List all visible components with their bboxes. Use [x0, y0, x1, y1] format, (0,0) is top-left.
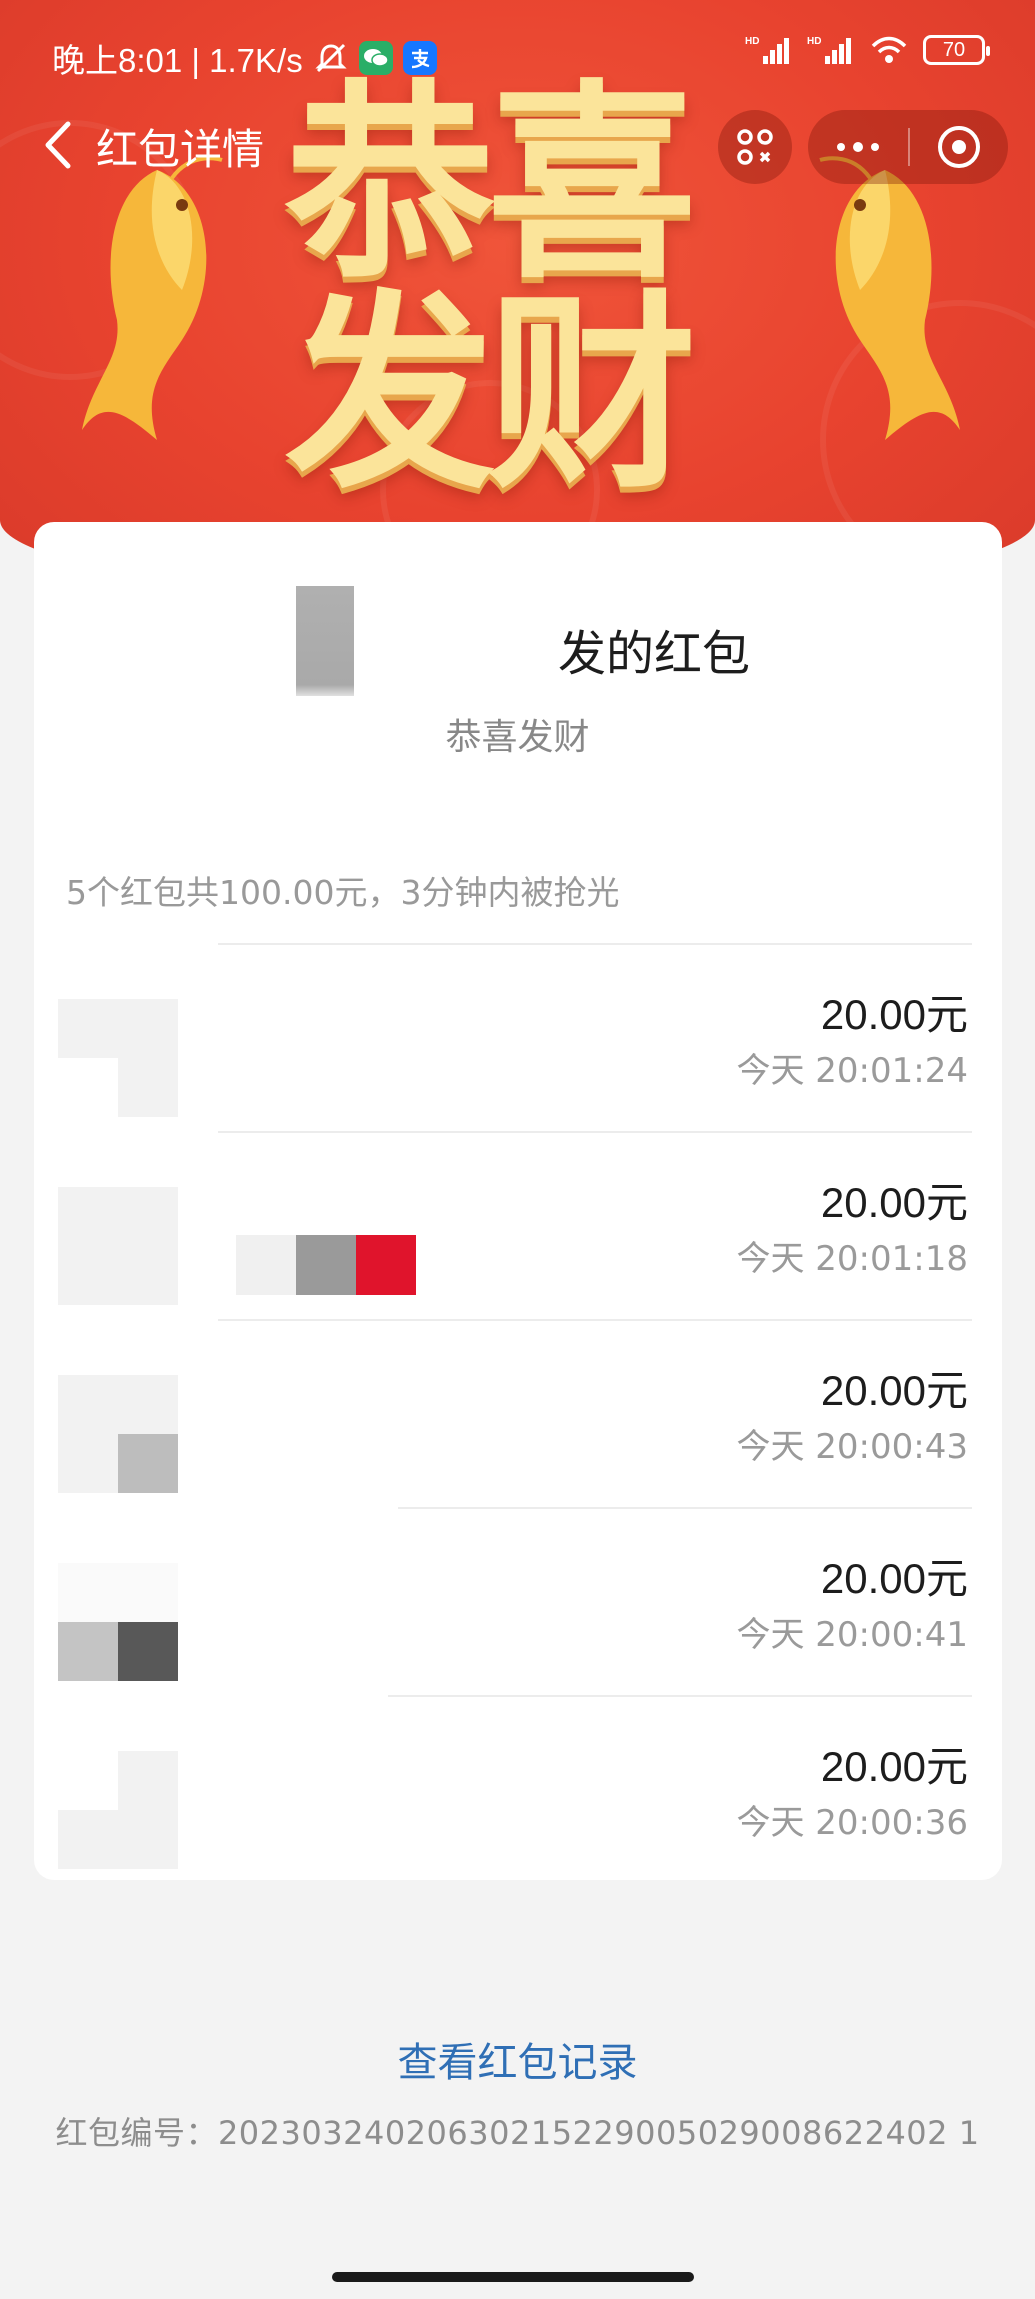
view-packet-records-link[interactable]: 查看红包记录: [0, 2030, 1035, 2088]
receiver-avatar: [58, 999, 178, 1117]
signal-hd-icon: HD: [745, 36, 789, 64]
mute-bell-icon: [315, 43, 347, 73]
packet-wish: 恭喜发财: [445, 717, 590, 758]
banner-title: 恭喜 发财: [285, 62, 697, 517]
wifi-icon: [871, 36, 907, 63]
mini-program-capsule: [808, 110, 1008, 184]
received-amount: 20.00元: [820, 1179, 968, 1226]
packet-summary: 5个红包共100.00元，3分钟内被抢光: [66, 873, 620, 912]
svg-text:HD: HD: [745, 36, 759, 47]
header-banner: 恭喜 发财: [0, 0, 1035, 600]
page-title: 红包详情: [96, 126, 265, 173]
koi-fish-right-icon: [819, 156, 960, 440]
status-bar: 晚上8:01 | 1.7K/s HD HD 70: [0, 0, 1035, 90]
sender-avatar: [296, 586, 354, 696]
received-amount: 20.00元: [820, 991, 968, 1038]
packet-serial-number: 红包编号：20230324020630215229005029008622402…: [55, 2114, 980, 2152]
status-time-speed: 晚上8:01 | 1.7K/s: [52, 42, 303, 79]
scan-icon: [737, 129, 773, 165]
receiver-avatar: [58, 1751, 178, 1869]
list-item[interactable]: 20.00元 今天 20:00:41: [58, 1507, 972, 1695]
sender-label: 发的红包: [558, 626, 751, 682]
wechat-icon: [358, 41, 393, 75]
received-amount: 20.00元: [820, 1555, 968, 1602]
battery-icon: 70: [923, 35, 990, 65]
scan-button[interactable]: [718, 110, 792, 184]
home-indicator[interactable]: [332, 2272, 694, 2282]
received-time: 今天 20:00:36: [736, 1803, 968, 1843]
alipay-icon: [402, 41, 437, 75]
received-time: 今天 20:01:18: [736, 1239, 968, 1279]
more-button[interactable]: [808, 142, 908, 152]
received-time: 今天 20:01:24: [736, 1051, 968, 1091]
received-time: 今天 20:00:43: [736, 1427, 968, 1467]
svg-text:HD: HD: [807, 36, 821, 47]
received-amount: 20.00元: [820, 1743, 968, 1790]
receiver-avatar: [58, 1563, 178, 1681]
list-item[interactable]: 20.00元 今天 20:01:18: [58, 1131, 972, 1319]
list-item[interactable]: 20.00元 今天 20:01:24: [58, 943, 972, 1131]
signal-hd-icon-2: HD: [807, 36, 851, 64]
back-chevron-icon[interactable]: [40, 118, 80, 172]
receiver-name-redacted: [236, 1235, 416, 1295]
koi-fish-left-icon: [82, 156, 223, 440]
received-time: 今天 20:00:41: [736, 1615, 968, 1655]
list-item[interactable]: 20.00元 今天 20:00:43: [58, 1319, 972, 1507]
close-button[interactable]: [910, 123, 1008, 171]
list-item[interactable]: 20.00元 今天 20:00:36: [58, 1695, 972, 1883]
close-circle-icon: [938, 126, 980, 168]
receiver-avatar: [58, 1187, 178, 1305]
received-amount: 20.00元: [820, 1367, 968, 1414]
receiver-avatar: [58, 1375, 178, 1493]
